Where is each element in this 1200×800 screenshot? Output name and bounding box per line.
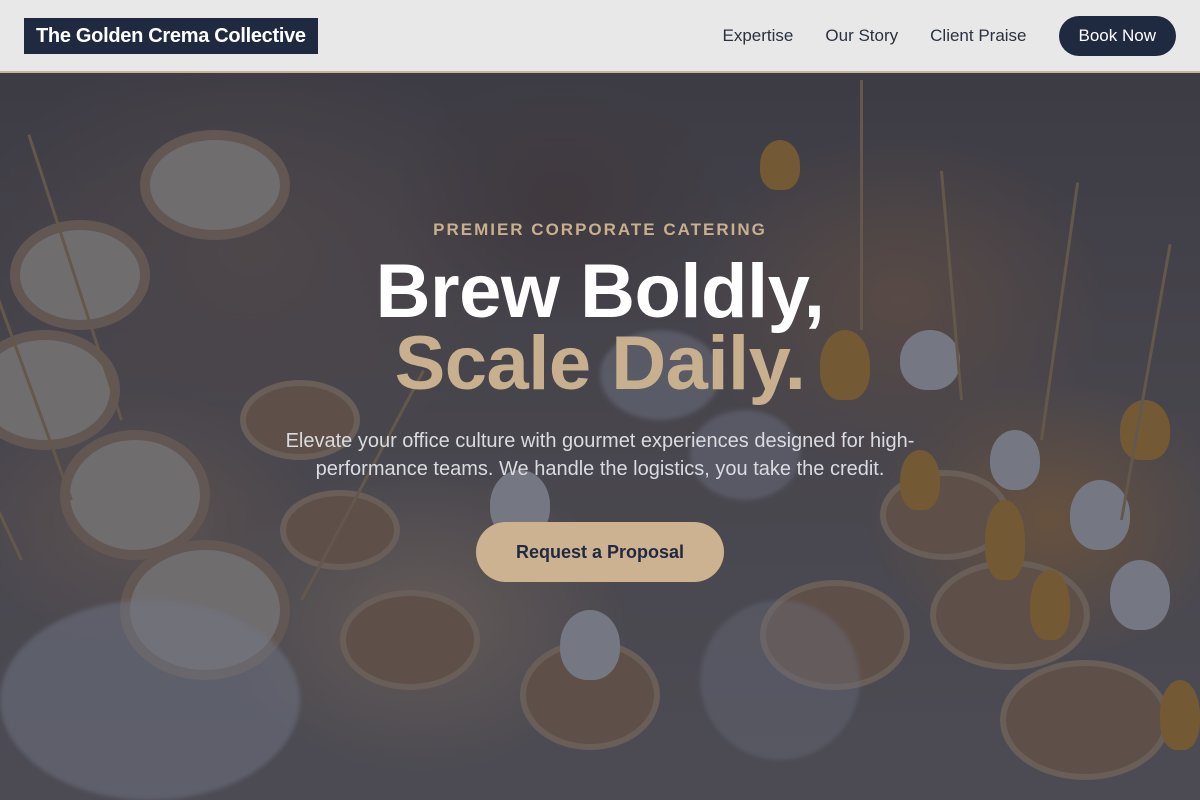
nav-link-client-praise[interactable]: Client Praise — [930, 26, 1026, 46]
nav-link-our-story[interactable]: Our Story — [825, 26, 898, 46]
headline-line-1: Brew Boldly, — [375, 249, 825, 334]
request-proposal-button[interactable]: Request a Proposal — [476, 522, 724, 582]
main-nav: Expertise Our Story Client Praise Book N… — [691, 15, 1176, 56]
site-header: The Golden Crema Collective Expertise Ou… — [0, 0, 1200, 73]
hero-section: PREMIER CORPORATE CATERING Brew Boldly, … — [0, 73, 1200, 800]
book-now-button[interactable]: Book Now — [1058, 15, 1176, 56]
headline-line-2: Scale Daily. — [394, 321, 806, 406]
hero-eyebrow: PREMIER CORPORATE CATERING — [433, 220, 767, 239]
brand-logo[interactable]: The Golden Crema Collective — [24, 17, 318, 54]
hero-subcopy: Elevate your office culture with gourmet… — [285, 430, 915, 480]
hero-headline: Brew Boldly, Scale Daily. — [0, 249, 1200, 406]
nav-link-expertise[interactable]: Expertise — [723, 26, 794, 46]
